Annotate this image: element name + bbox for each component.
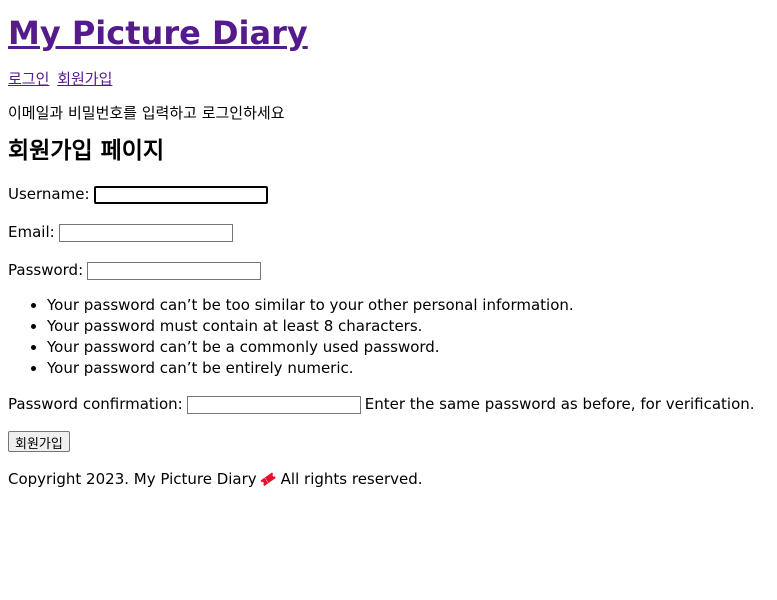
ticket-icon [260, 472, 276, 487]
password-row: Password: [8, 259, 769, 281]
password-confirmation-input[interactable] [186, 395, 361, 414]
top-nav: 로그인 회원가입 [8, 69, 769, 89]
password-confirmation-row: Password confirmation: Enter the same pas… [8, 393, 769, 415]
footer-copyright: Copyright 2023. My Picture Diary [8, 470, 257, 489]
email-label: Email: [8, 223, 55, 242]
footer-rights: All rights reserved. [280, 470, 423, 489]
signup-submit-button[interactable]: 회원가입 [8, 431, 70, 453]
footer: Copyright 2023. My Picture Diary All rig… [8, 468, 769, 490]
username-label: Username: [8, 185, 90, 204]
submit-row: 회원가입 [8, 431, 769, 453]
username-input[interactable] [93, 185, 268, 204]
nav-login-link[interactable]: 로그인 [8, 70, 49, 88]
password-input[interactable] [87, 261, 262, 280]
password-help-item: Your password can’t be a commonly used p… [47, 337, 769, 358]
site-title-link[interactable]: My Picture Diary [8, 14, 308, 52]
password-help-item: Your password can’t be too similar to yo… [47, 295, 769, 316]
site-title: My Picture Diary [8, 14, 769, 52]
password-confirmation-label: Password confirmation: [8, 395, 183, 414]
page-title: 회원가입 페이지 [8, 138, 165, 165]
password-help-item: Your password can’t be entirely numeric. [47, 358, 769, 379]
password-help-item: Your password must contain at least 8 ch… [47, 316, 769, 337]
password-confirmation-help: Enter the same password as before, for v… [364, 395, 755, 414]
password-label: Password: [8, 261, 84, 280]
username-row: Username: [8, 183, 769, 205]
signup-form: Username: Email: Password: Your password… [8, 183, 769, 453]
login-notice: 이메일과 비밀번호를 입력하고 로그인하세요 [8, 104, 285, 123]
email-input[interactable] [58, 223, 233, 242]
password-help-list: Your password can’t be too similar to yo… [8, 295, 769, 379]
email-row: Email: [8, 221, 769, 243]
nav-signup-link[interactable]: 회원가입 [57, 70, 112, 88]
